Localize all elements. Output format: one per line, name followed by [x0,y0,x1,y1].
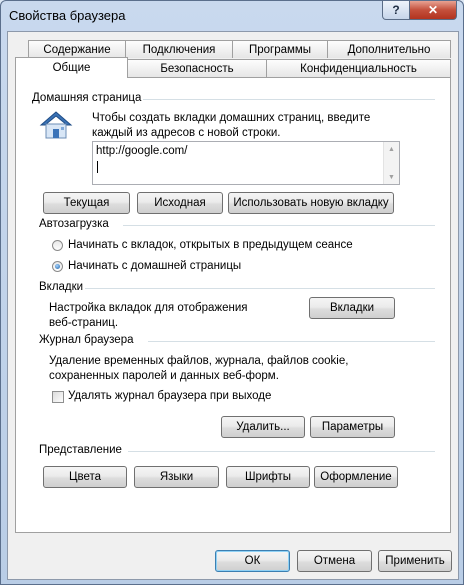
colors-button[interactable]: Цвета [43,466,127,488]
tabs-description-line1: Настройка вкладок для отображения [49,302,248,314]
tabs-settings-label: Вкладки [329,302,375,314]
history-group-title: Журнал браузера [39,334,134,346]
home-page-group-line [143,99,435,100]
properties-window: Свойства браузера ? ✕ Содержание Подключ… [0,0,464,585]
delete-on-exit-label[interactable]: Удалять журнал браузера при выходе [68,389,271,404]
startup-group-line [123,225,435,226]
text-caret [97,161,98,173]
scroll-down-icon[interactable]: ▼ [384,170,399,184]
startup-option-home[interactable]: Начинать с домашней страницы [68,259,241,274]
delete-history-button[interactable]: Удалить... [221,416,305,438]
delete-history-label: Удалить... [236,421,290,433]
tabs-group-title: Вкладки [39,281,84,293]
appearance-group-line [128,451,435,452]
appearance-group-title: Представление [39,444,122,456]
apply-button[interactable]: Применить [378,550,452,572]
use-new-tab-label: Использовать новую вкладку [233,197,389,209]
help-button[interactable]: ? [382,1,410,20]
delete-on-exit-checkbox[interactable] [52,391,64,403]
startup-radio-home[interactable] [52,261,63,272]
window-title: Свойства браузера [9,8,126,23]
history-description-line2: сохраненных паролей и данных веб-форм. [49,370,279,382]
tabs-group-line [85,288,435,289]
use-current-label: Текущая [63,197,110,209]
dialog-client: Содержание Подключения Программы Дополни… [7,31,459,580]
cancel-button[interactable]: Отмена [297,550,372,572]
startup-option-previous[interactable]: Начинать с вкладок, открытых в предыдуще… [68,238,353,253]
ok-button[interactable]: ОК [215,550,290,572]
tab-programs[interactable]: Программы [232,40,328,58]
tab-security[interactable]: Безопасность [127,59,267,77]
use-new-tab-button[interactable]: Использовать новую вкладку [228,192,394,214]
tab-content[interactable]: Содержание [28,40,126,58]
title-bar[interactable]: Свойства браузера ? ✕ [1,1,463,31]
languages-button[interactable]: Языки [134,466,219,488]
home-page-url: http://google.com/ [96,145,188,157]
tab-connections[interactable]: Подключения [125,40,233,58]
help-icon: ? [392,3,400,17]
tab-advanced[interactable]: Дополнительно [327,40,451,58]
startup-group-title: Автозагрузка [39,218,109,230]
history-settings-label: Параметры [321,421,384,433]
tab-general[interactable]: Общие [15,57,128,78]
close-icon: ✕ [427,3,439,17]
use-default-button[interactable]: Исходная [137,192,223,214]
fonts-button[interactable]: Шрифты [226,466,310,488]
use-default-label: Исходная [154,197,206,209]
apply-label: Применить [385,555,445,567]
tabs-description-line2: веб-страниц. [49,317,119,329]
startup-radio-previous[interactable] [52,240,63,251]
home-page-group-title: Домашняя страница [32,92,142,104]
home-icon [39,110,73,140]
home-instructions-line2: каждый из адресов с новой строки. [92,127,281,139]
history-settings-button[interactable]: Параметры [310,416,395,438]
scroll-up-icon[interactable]: ▲ [384,142,399,156]
home-instructions-line1: Чтобы создать вкладки домашних страниц, … [92,112,371,124]
tab-privacy[interactable]: Конфиденциальность [266,59,451,77]
ok-label: ОК [244,555,261,567]
colors-label: Цвета [68,471,102,483]
history-description-line1: Удаление временных файлов, журнала, файл… [49,355,349,367]
cancel-label: Отмена [313,555,356,567]
use-current-button[interactable]: Текущая [43,192,130,214]
urls-scrollbar[interactable]: ▲ ▼ [383,142,399,184]
accessibility-label: Оформление [320,471,392,483]
languages-label: Языки [159,471,194,483]
history-group-line [148,341,435,342]
fonts-label: Шрифты [244,471,292,483]
general-tab-panel: Домашняя страница Чтобы создать вкладки … [15,77,451,533]
tabs-settings-button[interactable]: Вкладки [309,297,395,319]
close-button[interactable]: ✕ [409,1,457,20]
home-page-urls-field[interactable]: http://google.com/ ▲ ▼ [92,141,400,185]
accessibility-button[interactable]: Оформление [314,466,398,488]
